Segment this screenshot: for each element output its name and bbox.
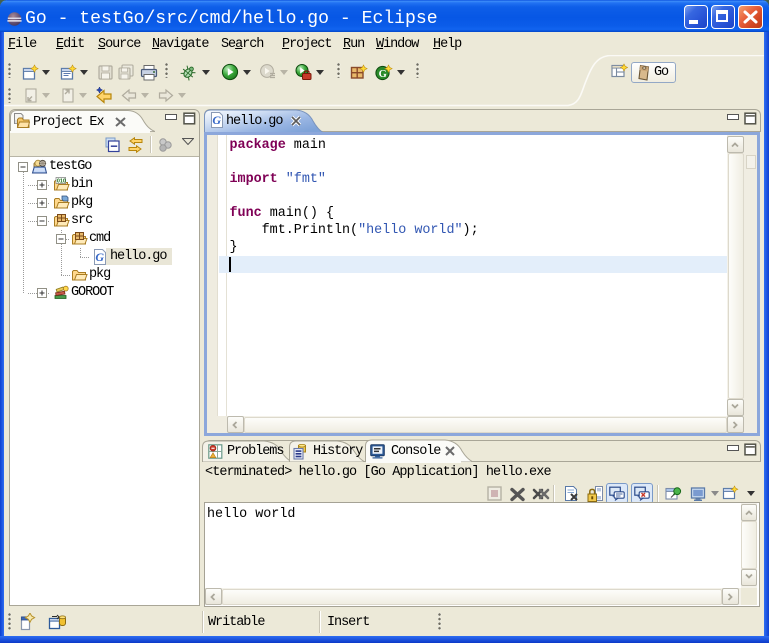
svg-text:G: G: [212, 113, 221, 127]
svg-text:G: G: [95, 250, 104, 264]
svg-text:010: 010: [57, 179, 66, 185]
svg-text:G: G: [379, 69, 387, 80]
